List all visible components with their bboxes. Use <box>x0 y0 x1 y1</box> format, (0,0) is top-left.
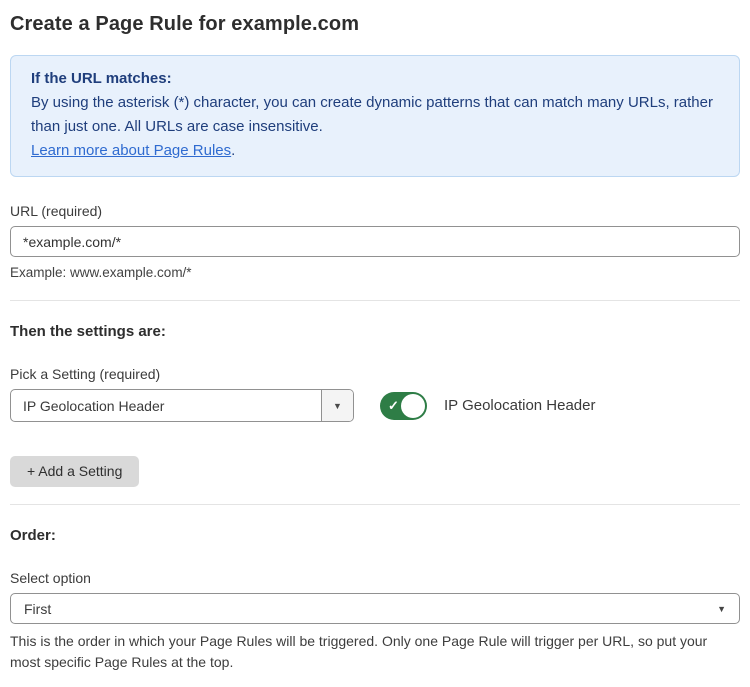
order-section-heading: Order: <box>10 527 740 544</box>
settings-section-heading: Then the settings are: <box>10 323 740 340</box>
learn-more-link[interactable]: Learn more about Page Rules <box>31 142 231 159</box>
order-select-value: First <box>24 601 51 617</box>
page-title: Create a Page Rule for example.com <box>10 13 740 36</box>
url-field-example: Example: www.example.com/* <box>10 265 740 280</box>
toggle-knob <box>401 394 425 418</box>
url-input[interactable] <box>10 226 740 257</box>
link-suffix: . <box>231 142 235 159</box>
url-match-info-box: If the URL matches: By using the asteris… <box>10 55 740 177</box>
divider <box>10 300 740 301</box>
order-help-text: This is the order in which your Page Rul… <box>10 631 736 673</box>
info-box-body: By using the asterisk (*) character, you… <box>31 91 719 139</box>
divider <box>10 504 740 505</box>
create-page-rule-form: Create a Page Rule for example.com If th… <box>0 0 750 687</box>
toggle-label: IP Geolocation Header <box>444 397 596 414</box>
chevron-down-icon: ▼ <box>333 401 342 411</box>
url-field-label: URL (required) <box>10 203 740 219</box>
order-select-label: Select option <box>10 570 740 586</box>
info-box-heading: If the URL matches: <box>31 67 719 91</box>
chevron-down-icon: ▼ <box>717 604 726 614</box>
info-box-link-line: Learn more about Page Rules. <box>31 139 719 163</box>
ip-geolocation-toggle[interactable]: ✓ <box>380 392 427 420</box>
check-icon: ✓ <box>388 399 399 412</box>
pick-setting-label: Pick a Setting (required) <box>10 366 740 382</box>
setting-select-arrow-button[interactable]: ▼ <box>321 390 353 421</box>
setting-row: IP Geolocation Header ▼ ✓ IP Geolocation… <box>10 389 740 422</box>
add-setting-button[interactable]: + Add a Setting <box>10 456 139 487</box>
setting-select[interactable]: IP Geolocation Header ▼ <box>10 389 354 422</box>
order-select[interactable]: First ▼ <box>10 593 740 624</box>
setting-select-value: IP Geolocation Header <box>11 390 321 421</box>
